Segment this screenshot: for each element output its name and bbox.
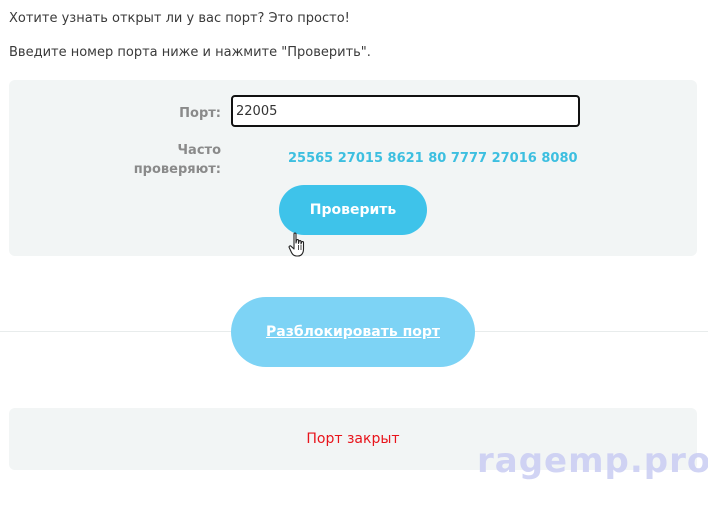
port-check-panel: Порт: Часто проверяют: 25565 27015 8621 …: [9, 80, 697, 256]
unblock-port-link[interactable]: Разблокировать порт: [266, 324, 440, 340]
port-input[interactable]: [231, 95, 580, 127]
quick-port-link[interactable]: 8080: [541, 151, 577, 166]
port-label: Порт:: [179, 106, 221, 121]
quick-port-link[interactable]: 27015: [338, 151, 383, 166]
often-checked-ports: 25565 27015 8621 80 7777 27016 8080: [288, 151, 578, 166]
quick-port-link[interactable]: 8621: [388, 151, 424, 166]
port-status-text: Порт закрыт: [306, 431, 400, 447]
quick-port-link[interactable]: 25565: [288, 151, 333, 166]
quick-port-link[interactable]: 27016: [492, 151, 537, 166]
unblock-port-button[interactable]: Разблокировать порт: [231, 297, 475, 367]
watermark-logo: ragemp.pro: [477, 441, 708, 481]
intro-text-line1: Хотите узнать открыт ли у вас порт? Это …: [9, 11, 350, 26]
often-checked-label: Часто проверяют:: [133, 143, 221, 177]
intro-text-line2: Введите номер порта ниже и нажмите "Пров…: [9, 45, 371, 60]
quick-port-link[interactable]: 80: [428, 151, 446, 166]
hand-pointer-icon: [288, 232, 305, 257]
quick-port-link[interactable]: 7777: [451, 151, 487, 166]
check-button[interactable]: Проверить: [279, 185, 427, 235]
